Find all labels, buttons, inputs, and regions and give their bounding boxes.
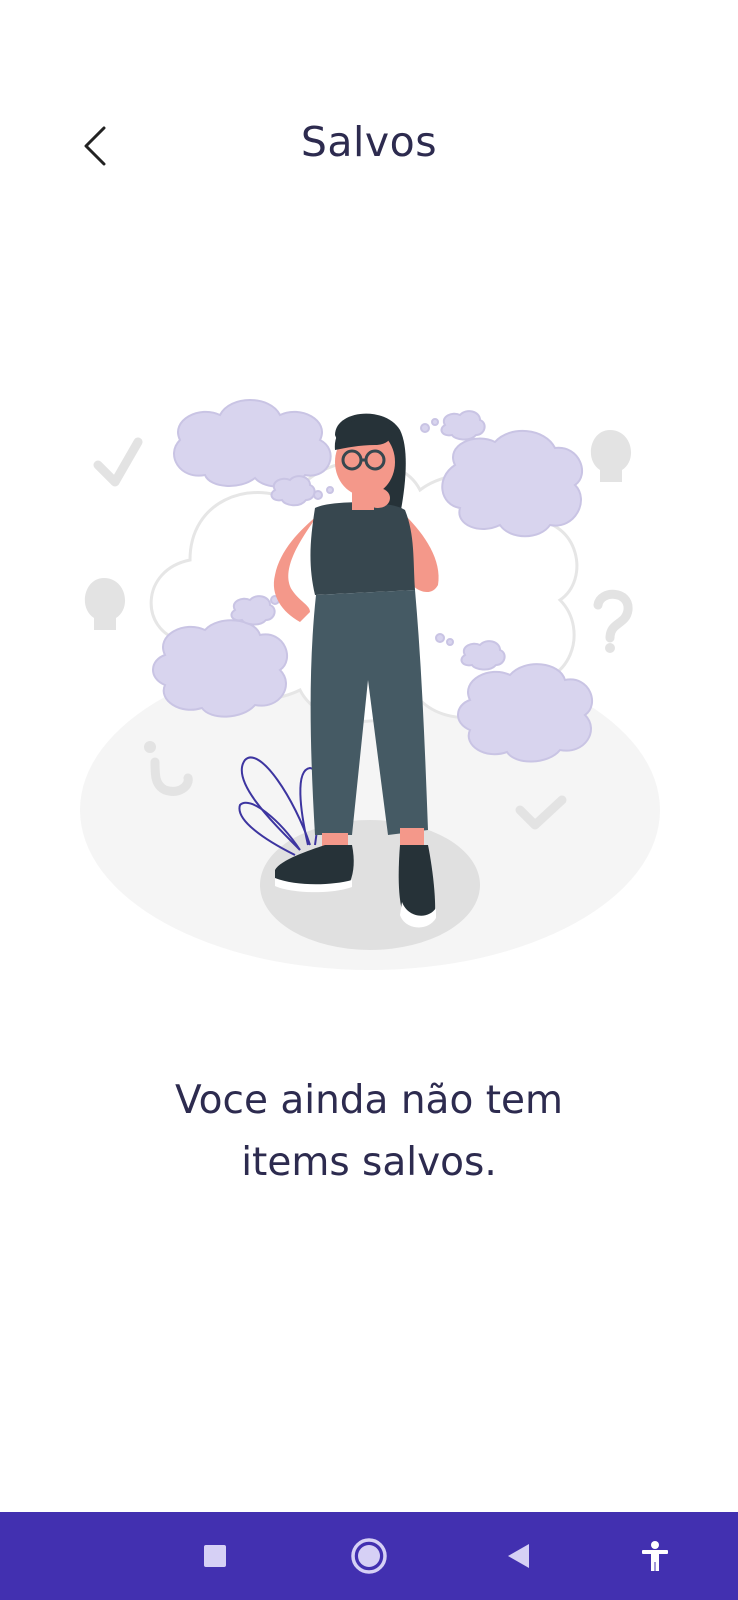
- recents-button[interactable]: [185, 1526, 245, 1586]
- small-dot: [313, 490, 323, 500]
- small-bubble: [460, 640, 506, 671]
- header: Salvos: [0, 96, 738, 196]
- recents-square-icon: [204, 1545, 226, 1567]
- thought-bubble: [457, 663, 594, 763]
- page-title: Salvos: [300, 118, 438, 166]
- small-dot: [435, 633, 445, 643]
- saved-screen: Salvos Voce ainda não tem items salvos.: [0, 0, 738, 1600]
- small-dot: [326, 486, 334, 494]
- lightbulb-decoration: [84, 578, 126, 630]
- small-dot: [431, 418, 439, 426]
- system-navigation-bar: [0, 1512, 738, 1600]
- small-dot: [446, 638, 454, 646]
- accessibility-button[interactable]: [625, 1526, 685, 1586]
- question-mark-decoration: [593, 589, 633, 643]
- back-triangle-icon: [508, 1544, 529, 1568]
- small-bubble: [440, 410, 486, 441]
- home-circle-icon: [351, 1538, 387, 1574]
- accessibility-icon: [642, 1541, 668, 1571]
- home-button[interactable]: [339, 1526, 399, 1586]
- lightbulb-decoration: [590, 430, 632, 482]
- small-dot: [420, 423, 430, 433]
- checkmark-decoration: [93, 437, 143, 487]
- thought-bubble: [152, 619, 289, 718]
- empty-state-message: Voce ainda não tem items salvos.: [80, 1070, 658, 1194]
- empty-message-line-1: Voce ainda não tem: [174, 1078, 563, 1123]
- small-bubble: [230, 595, 276, 626]
- back-nav-button[interactable]: [489, 1526, 549, 1586]
- empty-message-line-2: items salvos.: [241, 1140, 497, 1185]
- empty-state-illustration: [80, 399, 660, 970]
- thought-bubble: [173, 399, 332, 488]
- thought-bubble: [441, 429, 584, 538]
